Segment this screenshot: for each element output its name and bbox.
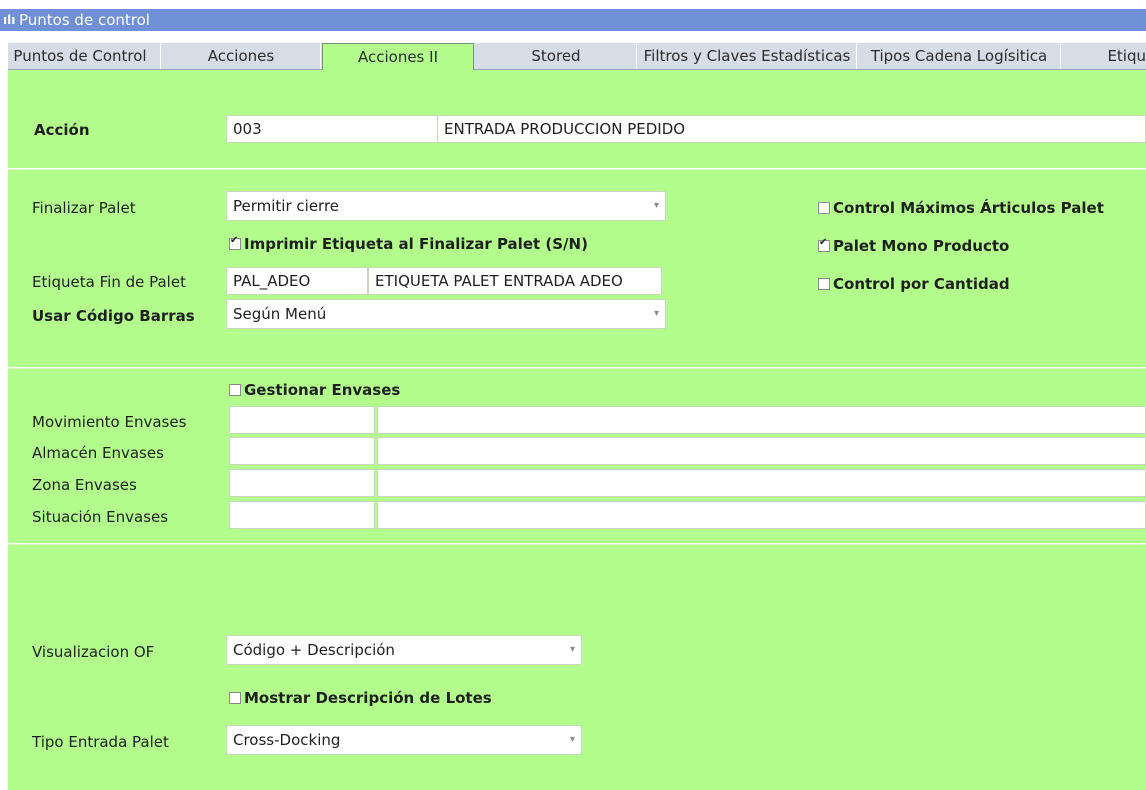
situacion-envases-code-field[interactable] — [229, 501, 375, 529]
tipo-entrada-palet-select[interactable]: Cross-Docking ▾ — [226, 725, 582, 755]
mostrar-lotes-checkbox[interactable]: Mostrar Descripción de Lotes — [229, 689, 492, 707]
dropdown-arrow-icon: ▾ — [653, 308, 659, 319]
palet-mono-producto-label: Palet Mono Producto — [833, 237, 1010, 255]
zona-envases-desc-field[interactable] — [377, 469, 1146, 497]
tab-puntos-de-control[interactable]: Puntos de Control — [0, 43, 161, 69]
etiqueta-fin-label: Etiqueta Fin de Palet — [32, 273, 186, 291]
tipo-entrada-palet-label: Tipo Entrada Palet — [32, 733, 169, 751]
finalizar-palet-select[interactable]: Permitir cierre ▾ — [226, 191, 666, 221]
gestionar-envases-checkbox[interactable]: Gestionar Envases — [229, 381, 400, 399]
checkbox-checked-icon — [229, 235, 241, 250]
section-divider — [8, 543, 1146, 545]
section-divider — [8, 168, 1146, 170]
tab-stored[interactable]: Stored — [476, 43, 637, 69]
visualizacion-of-label: Visualizacion OF — [32, 643, 155, 661]
mostrar-lotes-label: Mostrar Descripción de Lotes — [244, 689, 492, 707]
checkbox-unchecked-icon — [818, 277, 830, 290]
tab-tipos-cadena[interactable]: Tipos Cadena Logísitica — [858, 43, 1061, 69]
window-titlebar: ılı Puntos de control — [0, 9, 1146, 31]
usar-codigo-barras-value: Según Menú — [233, 305, 327, 323]
control-cantidad-label: Control por Cantidad — [833, 275, 1010, 293]
zona-envases-code-field[interactable] — [229, 469, 375, 497]
movimiento-envases-code-field[interactable] — [229, 406, 375, 434]
tab-acciones[interactable]: Acciones — [162, 43, 321, 69]
visualizacion-of-select[interactable]: Código + Descripción ▾ — [226, 635, 582, 665]
tab-etiquetas[interactable]: Etiqu — [1062, 43, 1146, 69]
control-cantidad-checkbox[interactable]: Control por Cantidad — [818, 275, 1010, 293]
movimiento-envases-desc-field[interactable] — [377, 406, 1146, 434]
tab-acciones-ii[interactable]: Acciones II — [322, 43, 474, 71]
imprimir-etiqueta-checkbox[interactable]: Imprimir Etiqueta al Finalizar Palet (S/… — [229, 235, 588, 253]
finalizar-palet-value: Permitir cierre — [233, 197, 340, 215]
finalizar-palet-label: Finalizar Palet — [32, 199, 136, 217]
accion-code-field[interactable]: 003 — [226, 115, 438, 143]
gestionar-envases-label: Gestionar Envases — [244, 381, 401, 399]
etiqueta-fin-code-field[interactable]: PAL_ADEO — [226, 267, 368, 295]
usar-codigo-barras-label: Usar Código Barras — [32, 307, 195, 325]
dropdown-arrow-icon: ▾ — [569, 734, 575, 745]
left-border — [0, 40, 8, 790]
tab-filtros-claves[interactable]: Filtros y Claves Estadísticas — [638, 43, 857, 69]
imprimir-etiqueta-label: Imprimir Etiqueta al Finalizar Palet (S/… — [244, 235, 588, 253]
accion-description-field[interactable]: ENTRADA PRODUCCION PEDIDO — [438, 115, 1146, 143]
situacion-envases-label: Situación Envases — [32, 508, 169, 526]
movimiento-envases-label: Movimiento Envases — [32, 413, 187, 431]
usar-codigo-barras-select[interactable]: Según Menú ▾ — [226, 299, 666, 329]
control-maximos-checkbox[interactable]: Control Máximos Árticulos Palet — [818, 199, 1104, 217]
checkbox-unchecked-icon — [818, 201, 830, 214]
almacen-envases-label: Almacén Envases — [32, 444, 164, 462]
accion-label: Acción — [34, 121, 90, 139]
control-maximos-label: Control Máximos Árticulos Palet — [833, 199, 1104, 217]
almacen-envases-code-field[interactable] — [229, 437, 375, 465]
section-divider — [8, 367, 1146, 369]
dropdown-arrow-icon: ▾ — [653, 200, 659, 211]
checkbox-unchecked-icon — [229, 383, 241, 396]
tipo-entrada-palet-value: Cross-Docking — [233, 731, 341, 749]
situacion-envases-desc-field[interactable] — [377, 501, 1146, 529]
etiqueta-fin-desc-field[interactable]: ETIQUETA PALET ENTRADA ADEO — [368, 267, 662, 295]
zona-envases-label: Zona Envases — [32, 476, 137, 494]
palet-mono-producto-checkbox[interactable]: Palet Mono Producto — [818, 237, 1009, 255]
window-title: Puntos de control — [19, 11, 150, 29]
tab-bar: Puntos de Control Acciones Acciones II S… — [0, 43, 1146, 71]
almacen-envases-desc-field[interactable] — [377, 437, 1146, 465]
visualizacion-of-value: Código + Descripción — [233, 641, 395, 659]
checkbox-unchecked-icon — [229, 691, 241, 704]
checkbox-checked-icon — [818, 237, 830, 252]
app-logo-icon: ılı — [3, 13, 16, 27]
dropdown-arrow-icon: ▾ — [569, 644, 575, 655]
